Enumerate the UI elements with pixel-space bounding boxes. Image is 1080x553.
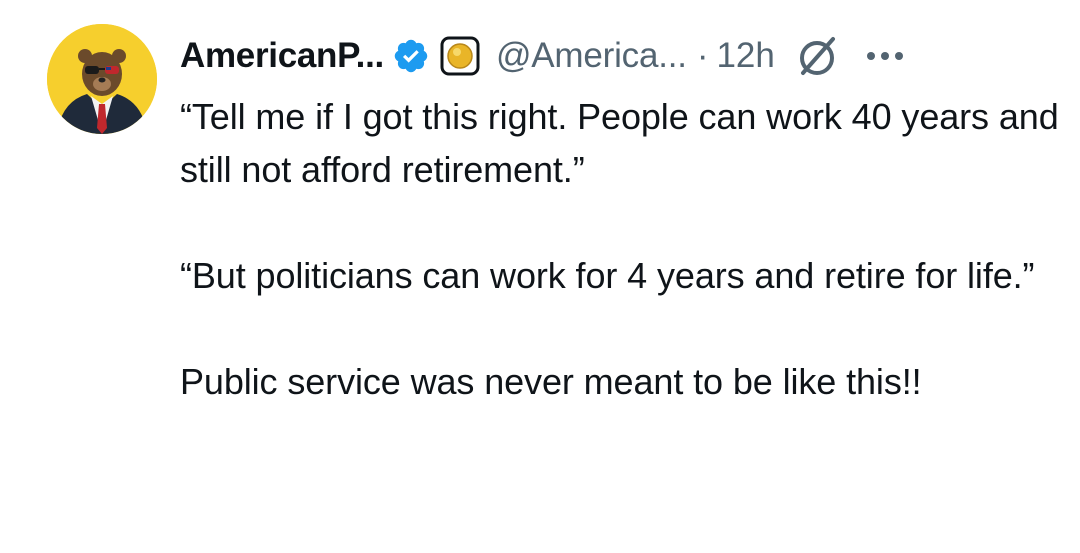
handle[interactable]: @America...	[496, 36, 687, 76]
separator-dot: ·	[696, 36, 709, 75]
tweet-paragraph: “Tell me if I got this right. People can…	[180, 96, 1059, 190]
tweet[interactable]: AmericanP... @America... · 12h “Tell me …	[0, 0, 1080, 553]
more-options-icon[interactable]	[863, 46, 907, 66]
tweet-text: “Tell me if I got this right. People can…	[180, 90, 1060, 408]
gold-circle-badge-icon[interactable]	[440, 36, 480, 76]
tweet-paragraph: “But politicians can work for 4 years an…	[180, 255, 1035, 296]
tweet-header: AmericanP... @America... · 12h	[180, 28, 907, 84]
verified-badge-icon[interactable]	[392, 37, 430, 75]
grok-icon[interactable]	[795, 33, 841, 79]
bear-avatar-icon	[47, 24, 157, 134]
avatar[interactable]	[47, 24, 157, 134]
display-name[interactable]: AmericanP...	[180, 36, 384, 76]
tweet-paragraph: Public service was never meant to be lik…	[180, 361, 922, 402]
timestamp[interactable]: 12h	[716, 36, 774, 76]
